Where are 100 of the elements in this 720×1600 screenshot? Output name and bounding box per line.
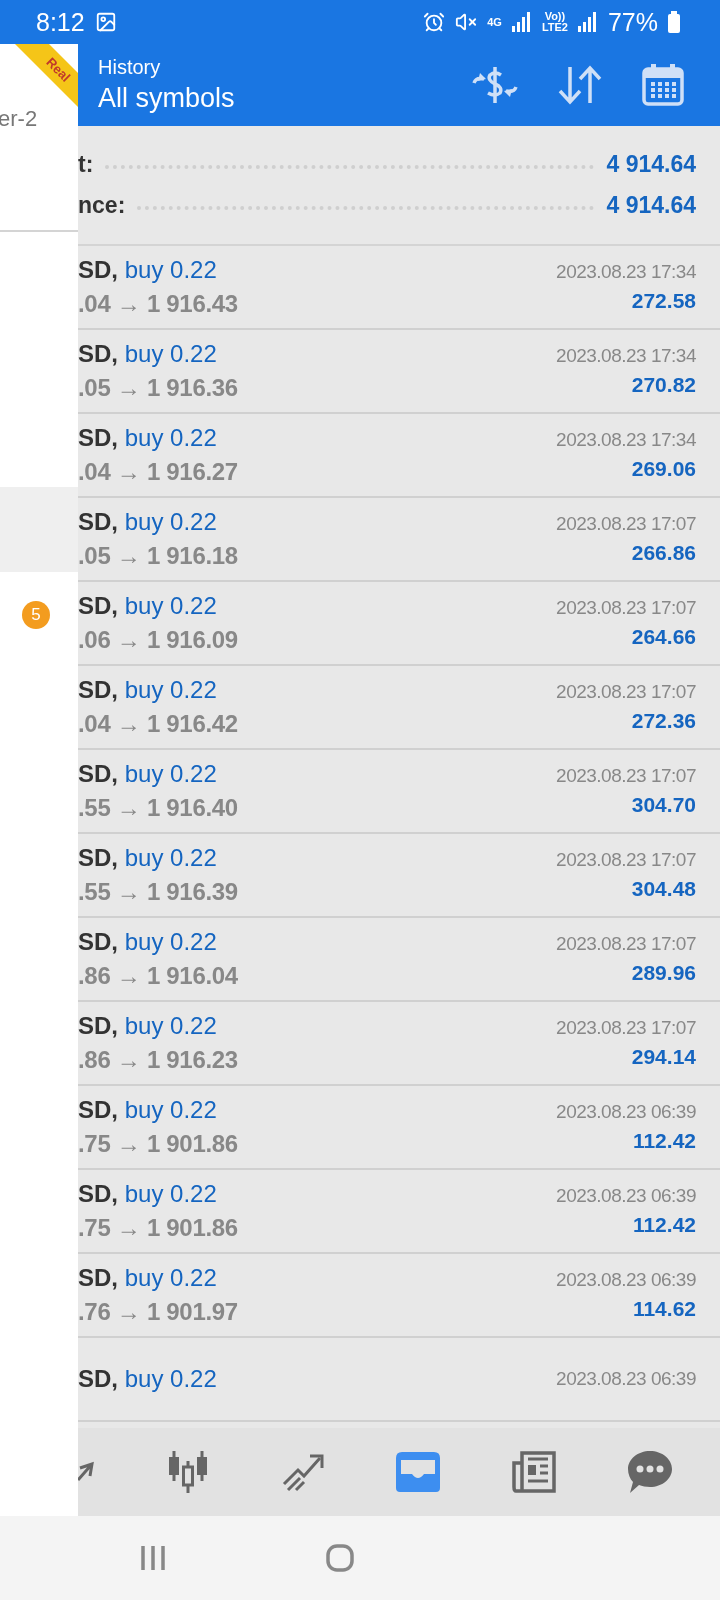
recent-apps-icon[interactable]: [140, 1546, 166, 1570]
deal-title: SD, buy 0.22: [78, 1365, 217, 1393]
deal-title: SD, buy 0.22: [78, 256, 217, 284]
deal-time: 2023.08.23 06:39: [556, 1269, 696, 1291]
nav-tab[interactable]: [512, 1451, 556, 1493]
volte-label: Vo)): [544, 11, 566, 22]
deal-time: 2023.08.23 17:34: [556, 429, 696, 451]
status-time: 8:12: [36, 7, 85, 37]
deal-row[interactable]: SD, buy 0.22 .76 → 1 901.97 2023.08.23 06:39 114.62: [78, 1254, 720, 1338]
deal-row[interactable]: SD, buy 0.22 2023.08.23 06:39: [78, 1338, 720, 1422]
deal-title: SD, buy 0.22: [78, 760, 217, 788]
summary-label: nce:: [78, 192, 126, 219]
deal-prices: .86 → 1 916.04: [78, 962, 238, 990]
deal-row[interactable]: SD, buy 0.22 .86 → 1 916.23 2023.08.23 17:07 294.14: [78, 1002, 720, 1086]
deal-prices: .86 → 1 916.23: [78, 1046, 238, 1074]
deal-time: 2023.08.23 06:39: [556, 1101, 696, 1123]
deal-time: 2023.08.23 17:07: [556, 933, 696, 955]
deal-title: SD, buy 0.22: [78, 1264, 217, 1292]
deal-profit: 270.82: [631, 373, 696, 397]
deal-row[interactable]: SD, buy 0.22 .86 → 1 916.04 2023.08.23 17:07 289.96: [78, 918, 720, 1002]
deal-row[interactable]: SD, buy 0.22 .06 → 1 916.09 2023.08.23 17:07 264.66: [78, 582, 720, 666]
deal-prices: .76 → 1 901.97: [78, 1298, 238, 1326]
chat-icon: [628, 1451, 672, 1493]
sort-icon[interactable]: [558, 65, 602, 105]
deal-row[interactable]: SD, buy 0.22 .75 → 1 901.86 2023.08.23 06:39 112.42: [78, 1170, 720, 1254]
deal-row[interactable]: SD, buy 0.22 .04 → 1 916.43 2023.08.23 17:34 272.58: [78, 246, 720, 330]
deal-time: 2023.08.23 06:39: [556, 1368, 696, 1390]
deal-profit: 272.36: [631, 709, 696, 733]
deal-title: SD, buy 0.22: [78, 844, 217, 872]
deal-title: SD, buy 0.22: [78, 1096, 217, 1124]
deal-prices: .04 → 1 916.42: [78, 710, 238, 738]
deal-row[interactable]: SD, buy 0.22 .55 → 1 916.39 2023.08.23 17:07 304.48: [78, 834, 720, 918]
deal-prices: .06 → 1 916.09: [78, 626, 238, 654]
deal-prices: .04 → 1 916.27: [78, 458, 238, 486]
deal-time: 2023.08.23 06:39: [556, 1185, 696, 1207]
deal-profit: 112.42: [632, 1129, 696, 1153]
alarm-icon: [423, 11, 446, 33]
deal-prices: .04 → 1 916.43: [78, 290, 238, 318]
summary-label: t:: [78, 151, 94, 178]
deal-profit: 269.06: [631, 457, 696, 481]
deal-title: SD, buy 0.22: [78, 592, 217, 620]
deal-title: SD, buy 0.22: [78, 340, 217, 368]
deal-row[interactable]: SD, buy 0.22 .04 → 1 916.42 2023.08.23 17:07 272.36: [78, 666, 720, 750]
deal-time: 2023.08.23 17:07: [556, 597, 696, 619]
deal-profit: 272.58: [631, 289, 696, 313]
deal-prices: .75 → 1 901.86: [78, 1214, 238, 1242]
deal-prices: .75 → 1 901.86: [78, 1130, 238, 1158]
deal-time: 2023.08.23 17:34: [556, 345, 696, 367]
sim-label: LTE2: [541, 22, 568, 33]
network-type: 4G: [487, 16, 502, 28]
image-icon: [94, 11, 117, 33]
deal-time: 2023.08.23 17:07: [556, 681, 696, 703]
deal-title: SD, buy 0.22: [78, 508, 217, 536]
deal-row[interactable]: SD, buy 0.22 .55 → 1 916.40 2023.08.23 17:07 304.70: [78, 750, 720, 834]
screen-title: History: [98, 56, 162, 79]
deal-profit: 304.48: [631, 877, 696, 901]
deal-title: SD, buy 0.22: [78, 1012, 217, 1040]
symbol-filter[interactable]: All symbols: [98, 83, 432, 114]
deal-prices: .05 → 1 916.18: [78, 542, 238, 570]
candlestick-icon: [166, 1451, 210, 1493]
trend-icon: [282, 1452, 324, 1492]
deal-profit: 289.96: [631, 961, 696, 985]
home-icon[interactable]: [326, 1544, 354, 1572]
nav-tab[interactable]: [396, 1452, 440, 1492]
newspaper-icon: [512, 1451, 556, 1493]
deal-row[interactable]: SD, buy 0.22 .05 → 1 916.36 2023.08.23 17:34 270.82: [78, 330, 720, 414]
nav-tab[interactable]: [78, 1460, 94, 1484]
deal-prices: .55 → 1 916.39: [78, 878, 238, 906]
battery-percent: 77%: [607, 7, 658, 37]
deal-title: SD, buy 0.22: [78, 1180, 217, 1208]
nav-tab[interactable]: [282, 1452, 324, 1492]
calendar-icon[interactable]: [642, 64, 684, 106]
deal-profit: 304.70: [631, 793, 696, 817]
deal-time: 2023.08.23 17:07: [556, 1017, 696, 1039]
summary-value: 4 914.64: [606, 192, 696, 219]
nav-tab[interactable]: [166, 1451, 210, 1493]
signal-icon: [577, 12, 598, 32]
deal-title: SD, buy 0.22: [78, 928, 217, 956]
deal-title: SD, buy 0.22: [78, 424, 217, 452]
deal-time: 2023.08.23 17:07: [556, 765, 696, 787]
deal-profit: 264.66: [631, 625, 696, 649]
deal-row[interactable]: SD, buy 0.22 .75 → 1 901.86 2023.08.23 06:39 112.42: [78, 1086, 720, 1170]
count-badge: 5: [22, 600, 50, 629]
signal-icon: [511, 12, 532, 32]
deal-profit: 112.42: [632, 1213, 696, 1237]
deal-time: 2023.08.23 17:07: [556, 513, 696, 535]
inbox-icon: [396, 1452, 440, 1492]
deal-title: SD, buy 0.22: [78, 676, 217, 704]
deal-row[interactable]: SD, buy 0.22 .04 → 1 916.27 2023.08.23 17:34 269.06: [78, 414, 720, 498]
deal-prices: .55 → 1 916.40: [78, 794, 238, 822]
mute-icon: [455, 11, 478, 33]
summary-value: 4 914.64: [606, 151, 696, 178]
deal-profit: 294.14: [631, 1045, 696, 1069]
nav-tab[interactable]: [628, 1451, 672, 1493]
deal-row[interactable]: SD, buy 0.22 .05 → 1 916.18 2023.08.23 17:07 266.86: [78, 498, 720, 582]
deal-time: 2023.08.23 17:07: [556, 849, 696, 871]
battery-icon: [668, 11, 680, 33]
deal-profit: 114.62: [632, 1297, 696, 1321]
deal-profit: 266.86: [631, 541, 696, 565]
currency-exchange-icon[interactable]: [472, 65, 518, 105]
